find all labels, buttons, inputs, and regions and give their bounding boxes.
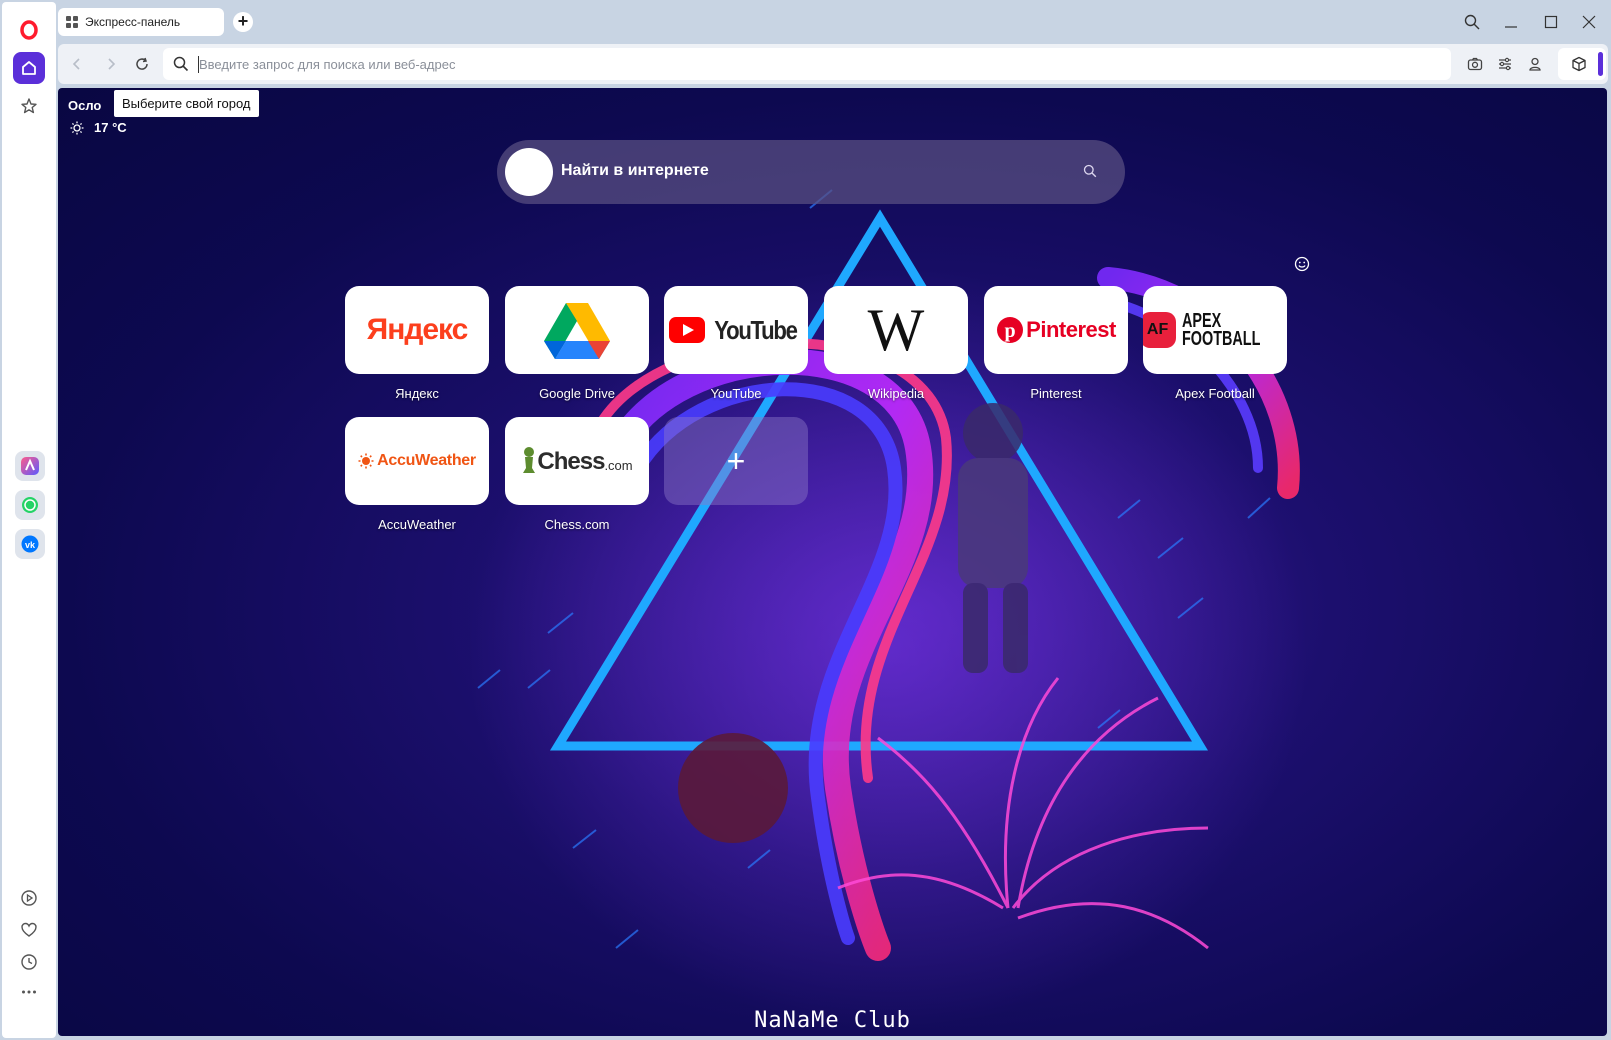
web-search-box[interactable]: Найти в интернете [497,140,1125,204]
wikipedia-logo-text: W [867,296,925,363]
speed-dial-chess[interactable]: Chess .com Chess.com [505,417,649,532]
google-drive-icon [505,286,649,374]
aria-icon[interactable] [15,451,45,481]
speed-dial-google-drive[interactable]: Google Drive [505,286,649,401]
chess-logo-text: Chess [537,448,605,475]
speed-dial-yandex[interactable]: Яндекс Яндекс [345,286,489,401]
sidebar: vk [2,2,56,1038]
accuweather-logo-text: AccuWeather [377,452,476,469]
speed-dial-icon [66,16,78,28]
wallpaper-caption: NaNaMe Club [754,1008,911,1033]
speed-dial-pinterest[interactable]: p Pinterest Pinterest [984,286,1128,401]
weather-temperature: 17 °C [94,120,127,135]
maximize-icon[interactable] [1536,10,1566,34]
close-icon[interactable] [1574,10,1604,34]
forward-icon[interactable] [99,52,123,76]
dial-label: Pinterest [1030,386,1082,401]
dial-label: Apex Football [1175,386,1255,401]
camera-icon[interactable] [1463,52,1487,76]
wallpaper [468,189,1308,1028]
speed-dial-accuweather[interactable]: AccuWeather AccuWeather [345,417,489,532]
speed-dial-wikipedia[interactable]: W Wikipedia [824,286,968,401]
dial-label: YouTube [710,386,762,401]
player-icon[interactable] [13,882,45,914]
easy-setup-icon[interactable] [1493,52,1517,76]
add-site-button[interactable]: + [664,417,808,505]
address-input[interactable] [199,54,1439,74]
sun-icon [70,121,84,140]
dial-label: Яндекс [395,386,439,401]
opera-logo-icon[interactable] [13,14,45,46]
dial-label: Wikipedia [867,386,925,401]
reload-icon[interactable] [130,52,154,76]
svg-text:p: p [1005,320,1016,342]
whatsapp-icon[interactable] [15,490,45,520]
yandex-logo: Яндекс [345,286,489,374]
speed-dial-apex-football[interactable]: AF APEX FOOTBALL Apex Football [1143,286,1287,401]
search-engine-logo[interactable] [505,148,553,196]
apex-logo-line2: FOOTBALL [1181,328,1260,350]
chess-logo: Chess .com [505,417,649,505]
back-icon[interactable] [65,52,89,76]
smiley-icon[interactable] [1294,256,1310,277]
chess-logo-suffix: .com [604,458,633,473]
home-icon[interactable] [13,52,45,84]
wikipedia-logo: W [824,286,968,374]
minimize-icon[interactable] [1496,10,1526,34]
search-tabs-icon[interactable] [1457,10,1487,34]
city-tooltip: Выберите свой город [114,90,259,117]
search-icon[interactable] [1083,164,1097,183]
new-tab-button[interactable]: + [233,12,253,32]
heart-icon[interactable] [13,914,45,946]
speed-dial-page: Осло Выберите свой город 17 °C Найти в и… [58,88,1607,1036]
apex-badge: AF [1143,312,1176,348]
youtube-logo: YouTube [664,286,808,374]
plus-icon: + [664,417,808,505]
sidebar-toggle-indicator[interactable] [1598,52,1603,76]
weather-city[interactable]: Осло [68,98,101,113]
dial-label: Chess.com [544,517,610,532]
dial-label: AccuWeather [378,517,456,532]
star-icon[interactable] [13,90,45,122]
tab-title: Экспресс-панель [85,15,181,29]
profile-icon[interactable] [1523,52,1547,76]
speed-dial-youtube[interactable]: YouTube YouTube [664,286,808,401]
apex-football-logo: AF APEX FOOTBALL [1143,286,1287,374]
accuweather-logo: AccuWeather [345,417,489,505]
more-icon[interactable] [13,976,45,1008]
address-bar[interactable] [163,48,1451,80]
cube-icon[interactable] [1567,52,1591,76]
dial-label: Google Drive [539,386,615,401]
pinterest-logo: p Pinterest [984,286,1128,374]
toolbar [58,44,1608,84]
tab-speed-dial[interactable]: Экспресс-панель [58,8,224,36]
yandex-logo-text: Яндекс [366,313,469,346]
youtube-logo-text: YouTube [713,314,798,345]
search-placeholder: Найти в интернете [561,162,709,179]
search-icon [173,56,189,77]
svg-text:vk: vk [25,540,36,550]
history-icon[interactable] [13,946,45,978]
pinterest-logo-text: Pinterest [1026,317,1116,342]
vk-icon[interactable]: vk [15,529,45,559]
